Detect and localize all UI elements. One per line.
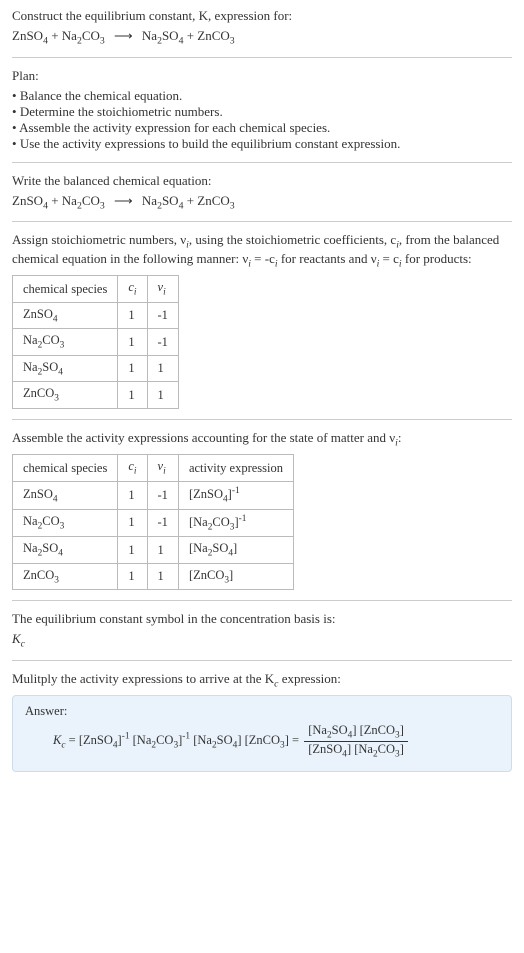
table-row: ZnCO3 1 1 [ZnCO3]: [13, 563, 294, 590]
stoich-table: chemical species ci νi ZnSO4 1 -1 Na2CO3…: [12, 275, 179, 409]
activity-table: chemical species ci νi activity expressi…: [12, 454, 294, 590]
col-activity: activity expression: [178, 455, 293, 482]
divider: [12, 221, 512, 222]
intro-equation: ZnSO4 + Na2CO3 ⟶ Na2SO4 + ZnCO3: [12, 28, 512, 47]
divider: [12, 660, 512, 661]
reaction-arrow-icon: ⟶: [114, 28, 133, 44]
answer-label: Answer:: [25, 704, 499, 719]
conc-basis-block: The equilibrium constant symbol in the c…: [12, 611, 512, 650]
table-header-row: chemical species ci νi activity expressi…: [13, 455, 294, 482]
multiply-block: Mulitply the activity expressions to arr…: [12, 671, 512, 773]
reaction-arrow-icon: ⟶: [114, 193, 133, 209]
table-row: ZnSO4 1 -1: [13, 302, 179, 329]
plan-item: Balance the chemical equation.: [12, 88, 512, 104]
plan-item: Use the activity expressions to build th…: [12, 136, 512, 152]
plan-item: Assemble the activity expression for eac…: [12, 120, 512, 136]
divider: [12, 162, 512, 163]
plan-heading: Plan:: [12, 68, 512, 84]
divider: [12, 57, 512, 58]
answer-expression: Kc = [ZnSO4]-1 [Na2CO3]-1 [Na2SO4] [ZnCO…: [25, 723, 499, 759]
balanced-block: Write the balanced chemical equation: Zn…: [12, 173, 512, 212]
multiply-text: Mulitply the activity expressions to arr…: [12, 671, 512, 690]
table-header-row: chemical species ci νi: [13, 276, 179, 303]
col-vi: νi: [147, 276, 178, 303]
col-ci: ci: [118, 276, 147, 303]
divider: [12, 600, 512, 601]
assemble-text: Assemble the activity expressions accoun…: [12, 430, 512, 449]
intro-line: Construct the equilibrium constant, K, e…: [12, 8, 512, 24]
balanced-heading: Write the balanced chemical equation:: [12, 173, 512, 189]
assign-text: Assign stoichiometric numbers, νi, using…: [12, 232, 512, 269]
divider: [12, 419, 512, 420]
kc-symbol: Kc: [12, 631, 512, 650]
fraction-denominator: [ZnSO4] [Na2CO3]: [304, 742, 408, 760]
balanced-equation: ZnSO4 + Na2CO3 ⟶ Na2SO4 + ZnCO3: [12, 193, 512, 212]
answer-box: Answer: Kc = [ZnSO4]-1 [Na2CO3]-1 [Na2SO…: [12, 695, 512, 772]
conc-basis-text: The equilibrium constant symbol in the c…: [12, 611, 512, 627]
col-species: chemical species: [13, 455, 118, 482]
plan-block: Plan: Balance the chemical equation. Det…: [12, 68, 512, 152]
table-row: Na2CO3 1 -1 [Na2CO3]-1: [13, 509, 294, 537]
table-row: ZnCO3 1 1: [13, 382, 179, 409]
fraction-numerator: [Na2SO4] [ZnCO3]: [304, 723, 408, 742]
col-species: chemical species: [13, 276, 118, 303]
plan-list: Balance the chemical equation. Determine…: [12, 88, 512, 152]
plan-item: Determine the stoichiometric numbers.: [12, 104, 512, 120]
intro-block: Construct the equilibrium constant, K, e…: [12, 8, 512, 47]
table-row: Na2SO4 1 1 [Na2SO4]: [13, 537, 294, 564]
table-row: Na2CO3 1 -1: [13, 329, 179, 356]
table-row: Na2SO4 1 1: [13, 355, 179, 382]
intro-text: Construct the equilibrium constant, K, e…: [12, 8, 292, 23]
table-row: ZnSO4 1 -1 [ZnSO4]-1: [13, 481, 294, 509]
assemble-block: Assemble the activity expressions accoun…: [12, 430, 512, 590]
fraction: [Na2SO4] [ZnCO3] [ZnSO4] [Na2CO3]: [304, 723, 408, 759]
col-ci: ci: [118, 455, 147, 482]
col-vi: νi: [147, 455, 178, 482]
assign-block: Assign stoichiometric numbers, νi, using…: [12, 232, 512, 409]
